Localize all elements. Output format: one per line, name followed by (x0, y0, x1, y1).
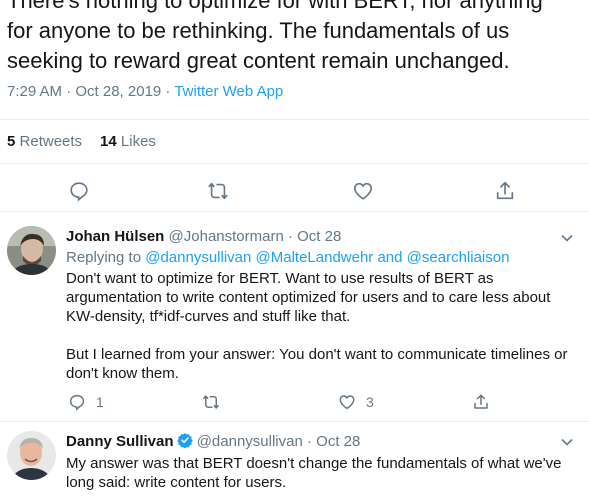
share-icon (474, 394, 488, 409)
reply-text-line: don't know them. (66, 365, 179, 382)
reply-text-line: long said: write content for users. (66, 474, 287, 491)
chevron-down-icon[interactable] (560, 231, 574, 245)
tweet-text-line: There's nothing to optimize for with BER… (7, 0, 543, 13)
author-name[interactable]: Danny Sullivan (66, 433, 174, 450)
reply-text-line: argumentation to write content optimized… (66, 289, 551, 306)
reply-text-line: But I learned from your answer: You don'… (66, 346, 568, 363)
tweet-source-link[interactable]: Twitter Web App (174, 83, 283, 100)
verified-badge-icon (176, 433, 193, 448)
likes-label: Likes (120, 133, 156, 150)
author-handle[interactable]: @Johanstormarn (169, 228, 284, 245)
tweet-text-line: for anyone to be rethinking. The fundame… (7, 18, 510, 43)
reply-text-line: Don't want to optimize for BERT. Want to… (66, 270, 494, 287)
share-action[interactable] (472, 393, 490, 411)
replying-to: Replying to @dannysullivan @MalteLandweh… (66, 249, 509, 266)
reply-action[interactable]: 1 (68, 393, 104, 411)
retweet-icon (203, 395, 219, 409)
retweet-icon[interactable] (207, 180, 229, 202)
likes-count: 14 (100, 133, 117, 150)
avatar[interactable] (7, 226, 56, 275)
author-handle[interactable]: @dannysullivan (197, 433, 303, 450)
tweet-text: There's nothing to optimize for with BER… (7, 0, 582, 76)
like-count: 3 (366, 394, 374, 410)
reply-text: Don't want to optimize for BERT. Want to… (66, 269, 581, 383)
divider (0, 163, 589, 164)
chevron-down-icon[interactable] (560, 435, 574, 449)
reply-count: 1 (96, 394, 104, 410)
reply-text: My answer was that BERT doesn't change t… (66, 454, 581, 492)
replying-handles-link[interactable]: @dannysullivan @MalteLandwehr and @searc… (145, 249, 509, 266)
main-tweet: There's nothing to optimize for with BER… (0, 0, 589, 212)
reply-tweet[interactable]: Danny Sullivan @dannysullivan · Oct 28 M… (0, 422, 589, 500)
tweet-date[interactable]: · Oct 28 (303, 433, 360, 450)
heart-icon[interactable] (352, 180, 374, 202)
author-name[interactable]: Johan Hülsen (66, 228, 164, 245)
tweet-timestamp[interactable]: 7:29 AM · Oct 28, 2019 · (7, 83, 174, 100)
like-action[interactable]: 3 (338, 393, 374, 411)
reply-icon (69, 394, 85, 411)
reply-text-line: KW-density, tf*idf-curves and stuff like… (66, 308, 351, 325)
divider (0, 119, 589, 120)
retweets-count: 5 (7, 133, 16, 150)
replying-prefix: Replying to (66, 249, 146, 266)
heart-icon (339, 395, 355, 410)
share-icon[interactable] (494, 180, 516, 202)
tweet-stats: 5 Retweets 14 Likes (7, 133, 156, 150)
retweets-label: Retweets (19, 133, 83, 150)
tweet-meta: 7:29 AM · Oct 28, 2019 · Twitter Web App (7, 83, 283, 100)
reply-header: Johan Hülsen @Johanstormarn · Oct 28 (66, 228, 341, 245)
tweet-text-line: seeking to reward great content remain u… (7, 48, 510, 73)
avatar[interactable] (7, 431, 56, 480)
reply-tweet[interactable]: Johan Hülsen @Johanstormarn · Oct 28 Rep… (0, 212, 589, 422)
reply-icon[interactable] (68, 180, 90, 202)
reply-header: Danny Sullivan @dannysullivan · Oct 28 (66, 432, 360, 450)
likes-stat[interactable]: 14 Likes (100, 133, 156, 150)
retweet-action[interactable] (202, 393, 220, 411)
reply-text-line: My answer was that BERT doesn't change t… (66, 455, 562, 472)
reply-text-line (66, 326, 581, 345)
retweets-stat[interactable]: 5 Retweets (7, 133, 82, 150)
tweet-date[interactable]: · Oct 28 (284, 228, 341, 245)
